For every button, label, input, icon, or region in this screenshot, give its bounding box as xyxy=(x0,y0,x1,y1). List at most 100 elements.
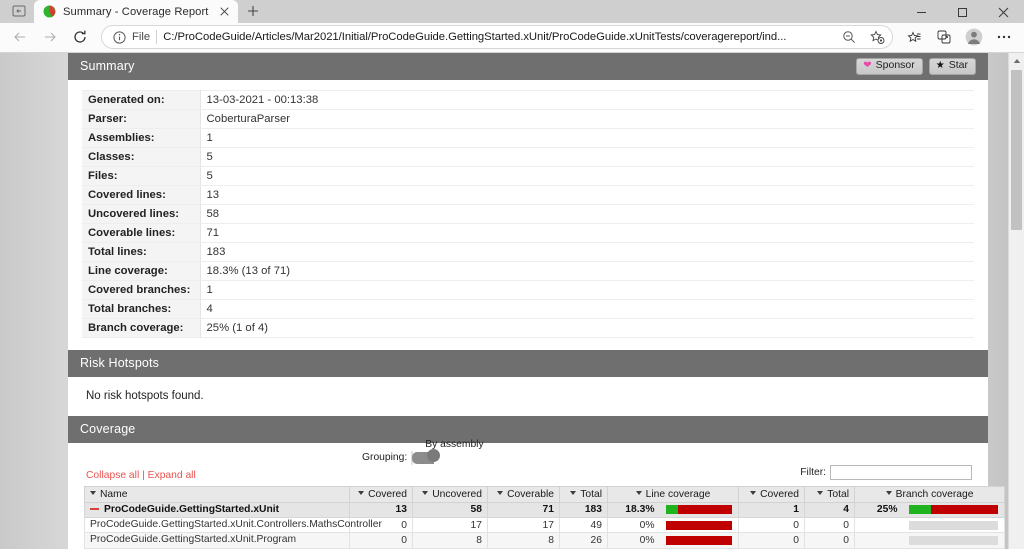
coverage-column-header[interactable]: Line coverage xyxy=(607,485,739,503)
uncovered-segment xyxy=(665,520,732,530)
back-button[interactable] xyxy=(6,24,34,50)
browser-tab[interactable]: Summary - Coverage Report xyxy=(34,0,238,23)
forward-button[interactable] xyxy=(36,24,64,50)
browser-toolbar: File C:/ProCodeGuide/Articles/Mar2021/In… xyxy=(0,23,1024,53)
coverage-column-header[interactable]: Uncovered xyxy=(412,485,488,503)
coverage-bar-cell xyxy=(902,501,1006,518)
risk-hotspots-title: Risk Hotspots xyxy=(80,356,160,371)
class-branch-coverage xyxy=(854,516,903,534)
grouping-slider[interactable] xyxy=(411,448,441,465)
coverage-bar-cell xyxy=(902,516,1006,534)
summary-row: Uncovered lines: 58 xyxy=(82,204,974,224)
summary-row-label: Parser: xyxy=(82,109,201,129)
summary-row-value: 5 xyxy=(200,147,974,167)
summary-row-value: 4 xyxy=(200,299,974,319)
collapse-expand-links: Collapse all | Expand all xyxy=(86,470,196,481)
coverage-column-header[interactable]: Covered xyxy=(738,485,805,503)
class-branch-total: 0 xyxy=(804,532,855,549)
assembly-branch-covered: 1 xyxy=(738,501,805,518)
filter-input[interactable] xyxy=(830,464,972,480)
grouping-control: Grouping: By assembly xyxy=(362,439,489,465)
close-tab-icon[interactable] xyxy=(216,3,233,20)
coverage-section-body: Collapse all | Expand all Grouping: By a… xyxy=(68,439,1006,549)
url-scheme-label: File xyxy=(132,31,151,44)
tab-strip: Summary - Coverage Report xyxy=(0,0,1024,23)
sort-caret-icon: Covered xyxy=(750,489,799,500)
tab-actions-button[interactable] xyxy=(4,0,34,22)
summary-row-label: Assemblies: xyxy=(82,128,201,148)
tab-title: Summary - Coverage Report xyxy=(63,5,209,18)
page-scrollbar[interactable] xyxy=(1008,52,1024,549)
maximize-window-button[interactable] xyxy=(942,0,983,24)
zoom-out-icon[interactable] xyxy=(838,27,860,47)
summary-row: Assemblies: 1 xyxy=(82,128,974,148)
tab-search-icon xyxy=(12,5,26,17)
sort-caret-icon: Branch coverage xyxy=(886,489,974,500)
class-branch-covered: 0 xyxy=(738,516,805,534)
collections-icon[interactable] xyxy=(900,24,928,50)
summary-row: Covered branches: 1 xyxy=(82,280,974,300)
address-bar[interactable]: File C:/ProCodeGuide/Articles/Mar2021/In… xyxy=(101,25,893,50)
coverage-column-header[interactable]: Total xyxy=(559,485,608,503)
browser-essentials-icon[interactable] xyxy=(930,24,958,50)
class-branch-covered: 0 xyxy=(738,532,805,549)
sort-caret-icon: Total xyxy=(817,489,849,500)
assembly-row[interactable]: ProCodeGuide.GettingStarted.xUnit 13 58 71 1… xyxy=(84,501,1006,518)
assembly-uncovered: 58 xyxy=(412,501,488,518)
class-total: 26 xyxy=(559,532,608,549)
star-button[interactable]: ★ Star xyxy=(928,57,976,75)
info-circle-icon xyxy=(112,30,126,44)
summary-row-label: Covered lines: xyxy=(82,185,201,205)
coverage-column-label: Total xyxy=(827,488,849,500)
collapse-toggle-icon[interactable] xyxy=(90,504,99,513)
settings-more-icon[interactable] xyxy=(990,24,1018,50)
coverage-title: Coverage xyxy=(80,422,136,437)
sponsor-button[interactable]: ❤ Sponsor xyxy=(856,57,923,75)
summary-row-value: 25% (1 of 4) xyxy=(200,318,974,338)
coverage-column-header[interactable]: Name xyxy=(84,485,350,503)
url-text[interactable]: C:/ProCodeGuide/Articles/Mar2021/Initial… xyxy=(163,31,832,43)
coverage-table-header-row: Name Covered Uncovered Coverable Total Line c… xyxy=(84,485,1006,503)
assembly-branch-total: 4 xyxy=(804,501,855,518)
risk-hotspots-section-body: No risk hotspots found. xyxy=(68,376,988,416)
class-row[interactable]: ProCodeGuide.GettingStarted.xUnit.Contro… xyxy=(84,516,1006,534)
class-name-cell[interactable]: ProCodeGuide.GettingStarted.xUnit.Contro… xyxy=(84,516,382,534)
coverage-bar xyxy=(908,520,999,530)
expand-all-link[interactable]: Expand all xyxy=(148,470,196,481)
coverage-column-header[interactable]: Covered xyxy=(349,485,413,503)
coverage-table: Name Covered Uncovered Coverable Total Line c… xyxy=(84,485,1006,549)
sort-caret-icon: Coverable xyxy=(497,489,554,500)
scroll-up-arrow-icon[interactable] xyxy=(1009,53,1024,69)
plus-icon xyxy=(247,6,258,16)
summary-row: Covered lines: 13 xyxy=(82,185,974,205)
risk-hotspots-message: No risk hotspots found. xyxy=(86,389,204,402)
summary-row-value: 13 xyxy=(200,185,974,205)
grouping-slider-wrap: By assembly xyxy=(411,439,489,465)
summary-row-label: Generated on: xyxy=(82,89,201,110)
close-window-button[interactable] xyxy=(983,0,1024,24)
filter-control: Filter: xyxy=(800,464,972,480)
summary-row-value: 183 xyxy=(200,242,974,262)
star-button-label: Star xyxy=(948,59,968,72)
reload-button[interactable] xyxy=(66,24,94,50)
covered-segment xyxy=(908,505,931,515)
class-row[interactable]: ProCodeGuide.GettingStarted.xUnit.Progra… xyxy=(84,532,1006,549)
new-tab-button[interactable] xyxy=(240,0,266,22)
coverage-column-header[interactable]: Branch coverage xyxy=(853,485,1006,503)
coverage-bar-cell xyxy=(659,516,739,534)
scrollbar-thumb[interactable] xyxy=(1011,69,1022,230)
coverage-column-header[interactable]: Total xyxy=(804,485,855,503)
class-name-cell[interactable]: ProCodeGuide.GettingStarted.xUnit.Progra… xyxy=(84,532,350,549)
profile-icon[interactable] xyxy=(960,24,988,50)
browser-window: Summary - Coverage Report File C:/ProCod… xyxy=(0,0,1024,549)
forward-arrow-icon xyxy=(45,32,56,42)
collapse-all-link[interactable]: Collapse all xyxy=(86,470,139,481)
assembly-line-coverage: 18.3% xyxy=(607,501,660,518)
assembly-name-cell[interactable]: ProCodeGuide.GettingStarted.xUnit xyxy=(84,501,350,518)
slider-knob[interactable] xyxy=(427,448,441,462)
coverage-column-header[interactable]: Coverable xyxy=(487,485,560,503)
covered-segment xyxy=(665,505,678,515)
summary-row-label: Total branches: xyxy=(82,299,201,319)
add-favorite-icon[interactable] xyxy=(866,27,888,47)
minimize-window-button[interactable] xyxy=(901,0,942,24)
